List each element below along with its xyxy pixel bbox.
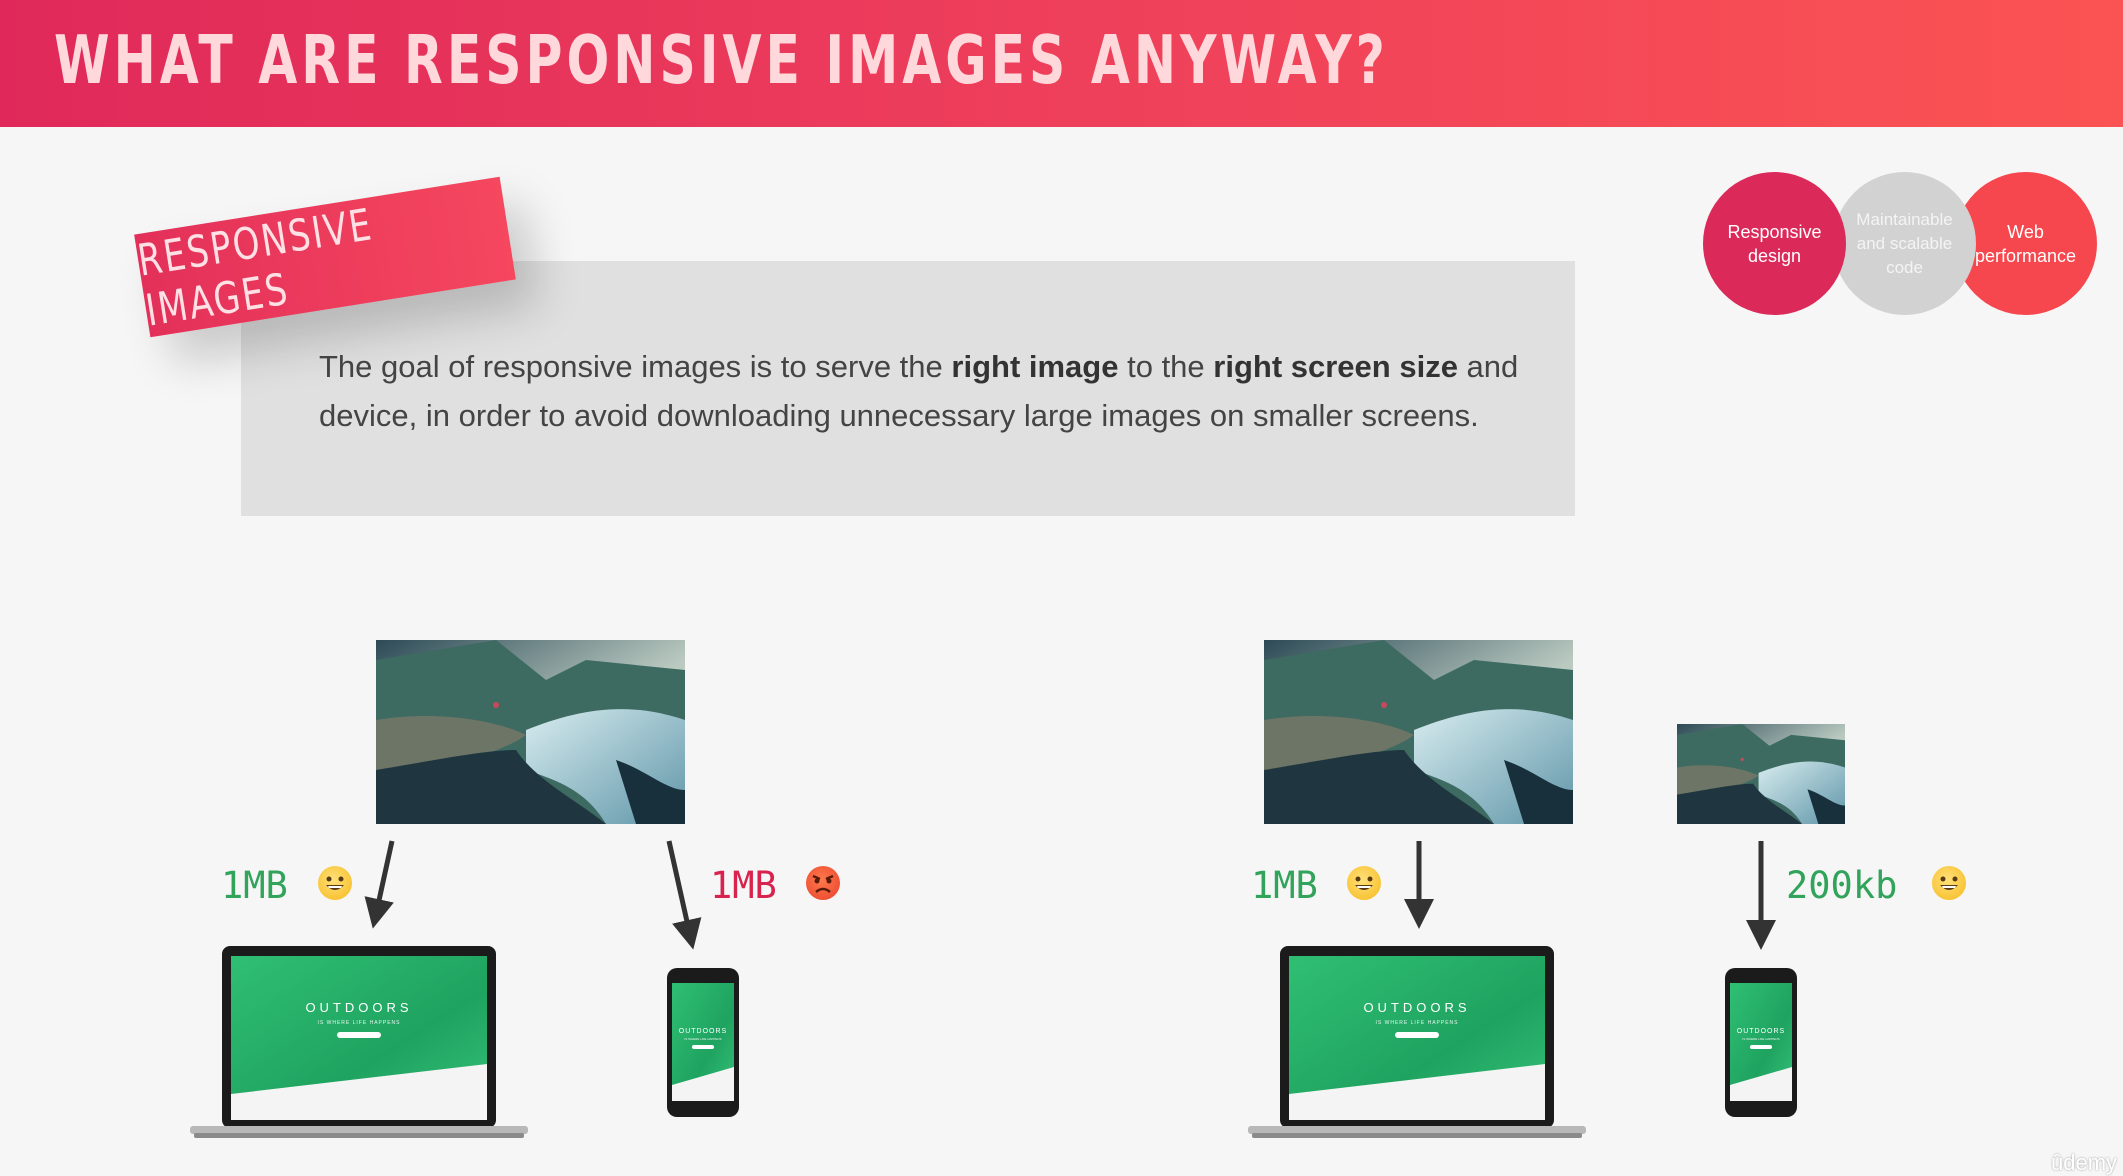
phone-device: OUTDOORS IS WHERE LIFE HAPPENS xyxy=(666,967,740,1118)
grinning-face-icon xyxy=(318,866,352,900)
arrow-to-laptop xyxy=(364,840,395,929)
venn-label: Responsive design xyxy=(1727,221,1822,266)
udemy-watermark: ûdemy xyxy=(2051,1150,2118,1175)
size-label-laptop: 1MB xyxy=(221,864,288,907)
size-label-phone: 200kb xyxy=(1786,864,1898,907)
description-text: The goal of responsive images is to serv… xyxy=(319,342,1539,440)
arrow-to-phone xyxy=(666,840,702,950)
device-screen-subheading: IS WHERE LIFE HAPPENS xyxy=(1742,1037,1779,1041)
venn-label: Web performance xyxy=(1974,221,2077,266)
venn-circle-responsive-design: Responsive design xyxy=(1703,172,1846,315)
size-label-phone: 1MB xyxy=(710,864,777,907)
device-screen-heading: OUTDOORS xyxy=(1363,1000,1470,1015)
landscape-image-large xyxy=(1264,640,1573,824)
device-screen-heading: OUTDOORS xyxy=(679,1028,727,1035)
description-bold: right image xyxy=(951,349,1119,384)
header-bar: WHAT ARE RESPONSIVE IMAGES ANYWAY? xyxy=(0,0,2123,127)
grinning-face-icon xyxy=(1932,866,1966,900)
device-screen-subheading: IS WHERE LIFE HAPPENS xyxy=(1376,1020,1459,1026)
description-part: to the xyxy=(1118,349,1214,384)
landscape-image-small xyxy=(1677,724,1845,824)
description-part: The goal of responsive images is to serv… xyxy=(319,349,952,384)
venn-label: Maintainable and scalable code xyxy=(1856,209,1953,277)
angry-face-icon xyxy=(806,866,840,900)
laptop-device: OUTDOORS IS WHERE LIFE HAPPENS xyxy=(190,944,528,1139)
grinning-face-icon xyxy=(1347,866,1381,900)
size-label-laptop: 1MB xyxy=(1251,864,1318,907)
landscape-image-large xyxy=(376,640,685,824)
laptop-device: OUTDOORS IS WHERE LIFE HAPPENS xyxy=(1248,944,1586,1139)
device-screen-subheading: IS WHERE LIFE HAPPENS xyxy=(318,1020,401,1026)
device-screen-heading: OUTDOORS xyxy=(305,1000,412,1015)
device-screen-heading: OUTDOORS xyxy=(1737,1028,1785,1035)
description-bold: right screen size xyxy=(1213,349,1458,384)
device-screen-subheading: IS WHERE LIFE HAPPENS xyxy=(684,1037,721,1041)
slide-title: WHAT ARE RESPONSIVE IMAGES ANYWAY? xyxy=(54,22,1389,100)
phone-device: OUTDOORS IS WHERE LIFE HAPPENS xyxy=(1724,967,1798,1118)
venn-circle-maintainable-code: Maintainable and scalable code xyxy=(1833,172,1976,315)
